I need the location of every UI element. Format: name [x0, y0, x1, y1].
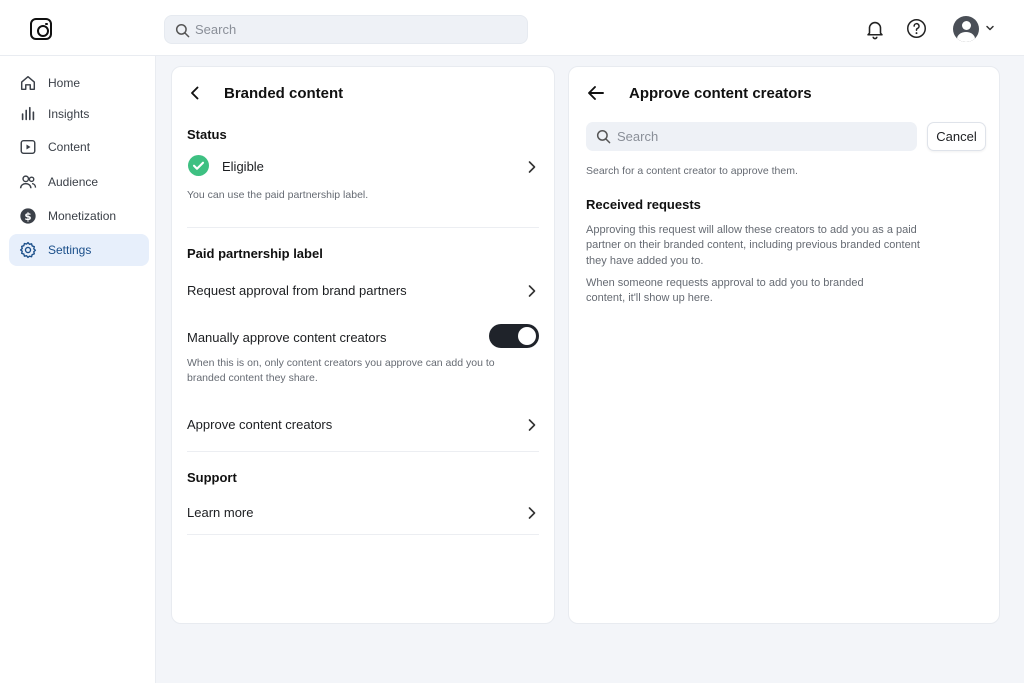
sidebar-item-label: Audience [48, 175, 99, 189]
empty-state-line-2: content, it'll show up here. [586, 292, 713, 304]
status-row[interactable]: Eligible [172, 147, 556, 185]
avatar[interactable] [953, 16, 979, 42]
chevron-right-icon [528, 507, 536, 519]
received-description-line-1: Approving this request will allow these … [586, 224, 917, 236]
learn-more-label: Learn more [187, 505, 254, 520]
status-value: Eligible [222, 159, 264, 174]
svg-text:$: $ [24, 211, 31, 223]
divider [187, 534, 539, 535]
sidebar-item-content[interactable]: Content [9, 131, 149, 163]
bar-chart-icon [21, 106, 35, 121]
search-icon [596, 129, 611, 144]
sidebar-item-label: Insights [48, 107, 90, 121]
status-note: You can use the paid partnership label. [187, 189, 369, 201]
sidebar-item-label: Content [48, 140, 91, 154]
manual-approve-toggle[interactable] [489, 324, 539, 348]
top-search-input[interactable] [195, 16, 515, 43]
sidebar-item-monetization[interactable]: $ Monetization [9, 200, 149, 232]
check-circle-icon [188, 155, 209, 176]
dollar-icon: $ [20, 208, 36, 224]
request-approval-label: Request approval from brand partners [187, 283, 407, 298]
top-search-box[interactable] [164, 15, 528, 44]
creator-search-box[interactable] [586, 122, 917, 151]
received-description-line-2: partner on their branded content, includ… [586, 239, 920, 251]
manual-approve-label: Manually approve content creators [187, 330, 387, 345]
chevron-right-icon [528, 161, 536, 173]
help-icon[interactable] [906, 18, 927, 39]
top-bar [0, 0, 1024, 56]
sidebar-item-audience[interactable]: Audience [9, 166, 149, 198]
bell-icon[interactable] [864, 18, 886, 40]
divider [187, 451, 539, 452]
toggle-knob [518, 327, 536, 345]
branded-content-panel: Branded content Status Eligible You can … [171, 66, 555, 624]
learn-more-row[interactable]: Learn more [172, 497, 556, 529]
sidebar-item-settings[interactable]: Settings [9, 234, 149, 266]
manual-approve-note-line-2: branded content they share. [187, 372, 318, 384]
status-heading: Status [187, 127, 227, 142]
search-icon [175, 23, 190, 38]
chevron-right-icon [528, 285, 536, 297]
sidebar-item-label: Home [48, 76, 81, 90]
back-arrow-icon[interactable] [587, 85, 605, 101]
creator-search-input[interactable] [617, 122, 907, 151]
page-title: Branded content [224, 85, 344, 102]
cancel-button[interactable]: Cancel [927, 122, 986, 151]
home-icon [20, 75, 36, 91]
people-icon [19, 175, 37, 189]
approve-creators-label: Approve content creators [187, 417, 333, 432]
request-approval-row[interactable]: Request approval from brand partners [172, 275, 556, 307]
sidebar-item-insights[interactable]: Insights [9, 98, 149, 130]
manual-approve-note-line-1: When this is on, only content creators y… [187, 357, 495, 369]
approve-creators-row[interactable]: Approve content creators [172, 409, 556, 441]
sidebar-item-label: Settings [48, 243, 92, 257]
instagram-logo[interactable] [30, 18, 52, 40]
back-chevron-icon[interactable] [188, 85, 202, 101]
chevron-down-icon[interactable] [985, 23, 995, 33]
gear-icon [19, 241, 37, 259]
divider [187, 227, 539, 228]
paid-partnership-heading: Paid partnership label [187, 246, 323, 261]
sidebar-item-label: Monetization [48, 209, 117, 223]
received-requests-heading: Received requests [586, 197, 701, 212]
search-hint: Search for a content creator to approve … [586, 165, 798, 177]
play-icon [20, 139, 36, 155]
received-description-line-3: they have added you to. [586, 255, 704, 267]
empty-state-line-1: When someone requests approval to add yo… [586, 277, 864, 289]
sidebar-item-home[interactable]: Home [9, 67, 149, 99]
chevron-right-icon [528, 419, 536, 431]
approve-creators-panel: Approve content creators Cancel Search f… [568, 66, 1000, 624]
panel-title: Approve content creators [629, 85, 812, 102]
support-heading: Support [187, 470, 237, 485]
sidebar: Home Insights Content Audience $ Monetiz… [0, 56, 156, 683]
